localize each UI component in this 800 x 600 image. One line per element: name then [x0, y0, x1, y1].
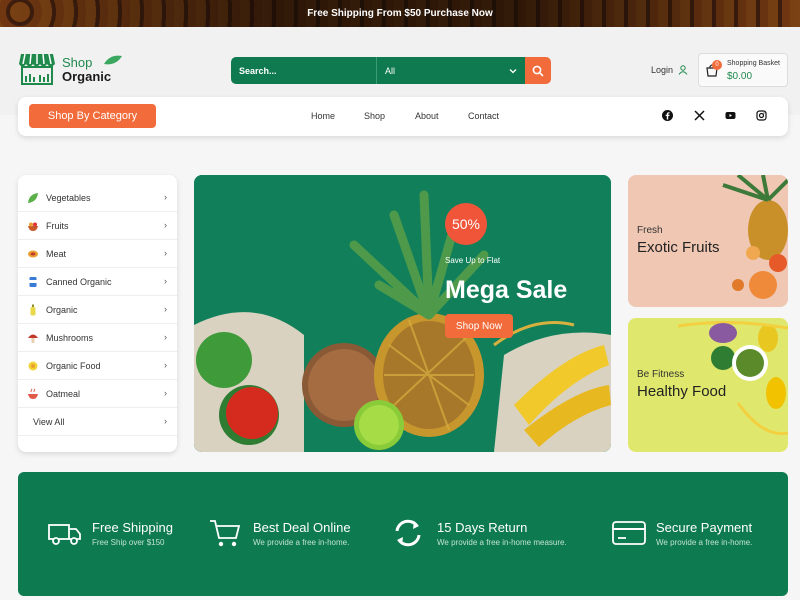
nav-shop[interactable]: Shop	[364, 111, 385, 121]
logo-line1: Shop	[62, 55, 93, 70]
leaf-icon	[104, 55, 122, 65]
logo-line2: Organic	[62, 69, 112, 84]
shop-by-category-button[interactable]: Shop By Category	[29, 104, 156, 128]
category-label: Oatmeal	[46, 389, 81, 399]
feature-desc: We provide a free in-home.	[253, 538, 350, 547]
nav-about[interactable]: About	[415, 111, 439, 121]
leaf-icon	[28, 193, 38, 203]
category-label: Fruits	[46, 221, 69, 231]
search-bar: All	[231, 57, 551, 84]
bottle-icon	[30, 304, 36, 316]
hero-produce-image	[194, 175, 611, 452]
can-icon	[29, 277, 37, 287]
login-link[interactable]: Login	[651, 65, 688, 75]
category-label: Vegetables	[46, 193, 91, 203]
search-input[interactable]	[231, 57, 377, 84]
basket-total: $0.00	[727, 71, 753, 82]
chevron-right-icon: ›	[164, 248, 167, 258]
category-label: Organic	[46, 305, 78, 315]
main-nav: Shop By Category Home Shop About Contact	[18, 97, 788, 136]
promo-subtitle: Be Fitness	[637, 369, 685, 380]
feature-desc: We provide a free in-home measure.	[437, 538, 567, 547]
chevron-right-icon: ›	[164, 416, 167, 426]
x-icon[interactable]	[694, 110, 705, 121]
category-item-oatmeal[interactable]: Oatmeal ›	[18, 380, 177, 408]
category-item-canned-organic[interactable]: Canned Organic ›	[18, 268, 177, 296]
feature-desc: Free Ship over $150	[92, 538, 165, 547]
category-sidebar: Vegetables › Fruits › Meat › Canned Orga…	[18, 175, 177, 452]
nav-contact[interactable]: Contact	[468, 111, 499, 121]
fruit-bowl-icon	[28, 222, 38, 231]
card-icon	[612, 521, 646, 545]
category-view-all[interactable]: View All ›	[18, 408, 177, 436]
category-select-value: All	[385, 65, 396, 76]
oatmeal-icon	[28, 388, 38, 399]
feature-desc: We provide a free in-home.	[656, 538, 753, 547]
cart-icon	[210, 520, 241, 547]
category-item-mushrooms[interactable]: Mushrooms ›	[18, 324, 177, 352]
chevron-right-icon: ›	[164, 220, 167, 230]
top-banner: Free Shipping From $50 Purchase Now	[0, 0, 800, 27]
chevron-right-icon: ›	[164, 276, 167, 286]
category-item-organic[interactable]: Organic ›	[18, 296, 177, 324]
mushroom-icon	[28, 334, 38, 343]
feature-title: 15 Days Return	[437, 520, 528, 535]
facebook-icon[interactable]	[662, 110, 673, 121]
discount-badge: 50%	[445, 203, 487, 245]
hero-subtitle: Save Up to Flat	[445, 256, 501, 265]
truck-icon	[48, 524, 81, 545]
promo-exotic-fruits[interactable]: Fresh Exotic Fruits	[628, 175, 788, 307]
hero-banner[interactable]	[194, 175, 611, 452]
feature-title: Free Shipping	[92, 520, 173, 535]
chevron-right-icon: ›	[164, 388, 167, 398]
category-item-organic-food[interactable]: Organic Food ›	[18, 352, 177, 380]
category-item-fruits[interactable]: Fruits ›	[18, 212, 177, 240]
category-item-vegetables[interactable]: Vegetables ›	[18, 184, 177, 212]
features-strip: Free Shipping Free Ship over $150 Best D…	[18, 472, 788, 596]
category-item-meat[interactable]: Meat ›	[18, 240, 177, 268]
shopping-basket[interactable]: 0 Shopping Basket $0.00	[698, 53, 788, 87]
feature-title: Best Deal Online	[253, 520, 351, 535]
chevron-right-icon: ›	[164, 332, 167, 342]
youtube-icon[interactable]	[725, 110, 736, 121]
category-select[interactable]: All	[377, 57, 525, 84]
basket-count-badge: 0	[712, 60, 722, 70]
category-label: Canned Organic	[46, 277, 112, 287]
promo-title: Exotic Fruits	[637, 239, 720, 256]
promo-subtitle: Fresh	[637, 225, 663, 236]
promo-title: Healthy Food	[637, 383, 727, 400]
meat-icon	[28, 250, 38, 258]
return-icon	[395, 519, 421, 547]
chevron-right-icon: ›	[164, 192, 167, 202]
hero-title: Mega Sale	[445, 276, 568, 304]
chevron-right-icon: ›	[164, 360, 167, 370]
feature-title: Secure Payment	[656, 520, 753, 535]
search-icon	[532, 65, 544, 77]
category-label: Organic Food	[46, 361, 101, 371]
search-button[interactable]	[525, 57, 551, 84]
shop-now-button[interactable]: Shop Now	[445, 314, 513, 338]
chevron-right-icon: ›	[164, 304, 167, 314]
category-label: Mushrooms	[46, 333, 94, 343]
view-all-label: View All	[33, 417, 65, 427]
login-label: Login	[651, 65, 674, 75]
store-icon	[19, 53, 55, 85]
nav-home[interactable]: Home	[311, 111, 335, 121]
instagram-icon[interactable]	[756, 110, 767, 121]
category-label: Meat	[46, 249, 67, 259]
food-icon	[28, 361, 38, 371]
promo-healthy-food[interactable]: Be Fitness Healthy Food	[628, 318, 788, 452]
chevron-down-icon	[509, 68, 517, 73]
top-banner-text: Free Shipping From $50 Purchase Now	[307, 8, 493, 19]
logo[interactable]: Shop Organic	[18, 52, 128, 88]
user-icon	[678, 65, 688, 75]
basket-title: Shopping Basket	[727, 60, 780, 67]
